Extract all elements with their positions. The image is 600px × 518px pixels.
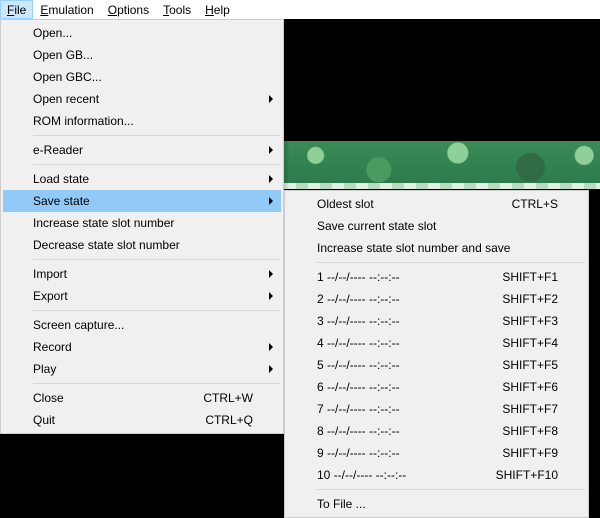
save-state-submenu: Oldest slotCTRL+S Save current state slo… xyxy=(284,190,589,518)
mi-import[interactable]: Import xyxy=(3,263,281,285)
mi-open-gbc[interactable]: Open GBC... xyxy=(3,66,281,88)
mi-save-slot-3[interactable]: 3 --/--/---- --:--:--SHIFT+F3 xyxy=(287,310,586,332)
submenu-arrow-icon xyxy=(269,343,273,351)
menubar-emulation[interactable]: Emulation xyxy=(33,0,100,19)
slot-shortcut: SHIFT+F6 xyxy=(502,380,558,394)
mi-save-slot-10[interactable]: 10 --/--/---- --:--:--SHIFT+F10 xyxy=(287,464,586,486)
mi-open-recent[interactable]: Open recent xyxy=(3,88,281,110)
game-viewport-strip xyxy=(284,141,600,189)
menu-separator xyxy=(33,164,280,165)
slot-label: 9 --/--/---- --:--:-- xyxy=(317,446,502,460)
slot-shortcut: SHIFT+F1 xyxy=(502,270,558,284)
mi-open[interactable]: Open... xyxy=(3,22,281,44)
slot-shortcut: SHIFT+F2 xyxy=(502,292,558,306)
menu-separator xyxy=(33,259,280,260)
slot-label: 8 --/--/---- --:--:-- xyxy=(317,424,502,438)
mi-save-slot-2[interactable]: 2 --/--/---- --:--:--SHIFT+F2 xyxy=(287,288,586,310)
mi-dec-slot[interactable]: Decrease state slot number xyxy=(3,234,281,256)
menu-separator xyxy=(317,489,585,490)
mi-oldest-slot[interactable]: Oldest slotCTRL+S xyxy=(287,193,586,215)
mi-play[interactable]: Play xyxy=(3,358,281,380)
slot-label: 4 --/--/---- --:--:-- xyxy=(317,336,502,350)
mi-record[interactable]: Record xyxy=(3,336,281,358)
slot-shortcut: SHIFT+F4 xyxy=(502,336,558,350)
slot-shortcut: SHIFT+F3 xyxy=(502,314,558,328)
slot-label: 1 --/--/---- --:--:-- xyxy=(317,270,502,284)
mi-save-slot-9[interactable]: 9 --/--/---- --:--:--SHIFT+F9 xyxy=(287,442,586,464)
menu-separator xyxy=(33,383,280,384)
mi-open-gb[interactable]: Open GB... xyxy=(3,44,281,66)
mi-save-slot-8[interactable]: 8 --/--/---- --:--:--SHIFT+F8 xyxy=(287,420,586,442)
mi-close[interactable]: CloseCTRL+W xyxy=(3,387,281,409)
menu-separator xyxy=(33,135,280,136)
slot-label: 10 --/--/---- --:--:-- xyxy=(317,468,496,482)
menubar-help[interactable]: Help xyxy=(198,0,237,19)
mi-inc-and-save[interactable]: Increase state slot number and save xyxy=(287,237,586,259)
mi-export[interactable]: Export xyxy=(3,285,281,307)
slot-shortcut: SHIFT+F8 xyxy=(502,424,558,438)
slot-label: 5 --/--/---- --:--:-- xyxy=(317,358,502,372)
file-menu-dropdown: Open... Open GB... Open GBC... Open rece… xyxy=(0,19,284,434)
mi-save-slot-1[interactable]: 1 --/--/---- --:--:--SHIFT+F1 xyxy=(287,266,586,288)
submenu-arrow-icon xyxy=(269,292,273,300)
mi-to-file[interactable]: To File ... xyxy=(287,493,586,515)
mi-save-slot-6[interactable]: 6 --/--/---- --:--:--SHIFT+F6 xyxy=(287,376,586,398)
slot-shortcut: SHIFT+F5 xyxy=(502,358,558,372)
mi-save-state[interactable]: Save state xyxy=(3,190,281,212)
menu-separator xyxy=(33,310,280,311)
menubar: File Emulation Options Tools Help xyxy=(0,0,600,19)
submenu-arrow-icon xyxy=(269,95,273,103)
slot-shortcut: SHIFT+F9 xyxy=(502,446,558,460)
submenu-arrow-icon xyxy=(269,175,273,183)
mi-e-reader[interactable]: e-Reader xyxy=(3,139,281,161)
slot-shortcut: SHIFT+F10 xyxy=(496,468,558,482)
mi-save-slot-4[interactable]: 4 --/--/---- --:--:--SHIFT+F4 xyxy=(287,332,586,354)
slot-label: 6 --/--/---- --:--:-- xyxy=(317,380,502,394)
submenu-arrow-icon xyxy=(269,197,273,205)
mi-inc-slot[interactable]: Increase state slot number xyxy=(3,212,281,234)
menubar-tools[interactable]: Tools xyxy=(156,0,198,19)
mi-save-slot-7[interactable]: 7 --/--/---- --:--:--SHIFT+F7 xyxy=(287,398,586,420)
mi-save-slot-5[interactable]: 5 --/--/---- --:--:--SHIFT+F5 xyxy=(287,354,586,376)
slot-label: 7 --/--/---- --:--:-- xyxy=(317,402,502,416)
submenu-arrow-icon xyxy=(269,146,273,154)
mi-save-current-slot[interactable]: Save current state slot xyxy=(287,215,586,237)
submenu-arrow-icon xyxy=(269,365,273,373)
slot-shortcut: SHIFT+F7 xyxy=(502,402,558,416)
menubar-file[interactable]: File xyxy=(0,0,33,19)
slot-label: 3 --/--/---- --:--:-- xyxy=(317,314,502,328)
slot-label: 2 --/--/---- --:--:-- xyxy=(317,292,502,306)
game-grass-art xyxy=(284,141,600,189)
mi-screen-capture[interactable]: Screen capture... xyxy=(3,314,281,336)
mi-load-state[interactable]: Load state xyxy=(3,168,281,190)
submenu-arrow-icon xyxy=(269,270,273,278)
mi-rom-info[interactable]: ROM information... xyxy=(3,110,281,132)
menu-separator xyxy=(317,262,585,263)
menubar-options[interactable]: Options xyxy=(101,0,156,19)
mi-quit[interactable]: QuitCTRL+Q xyxy=(3,409,281,431)
